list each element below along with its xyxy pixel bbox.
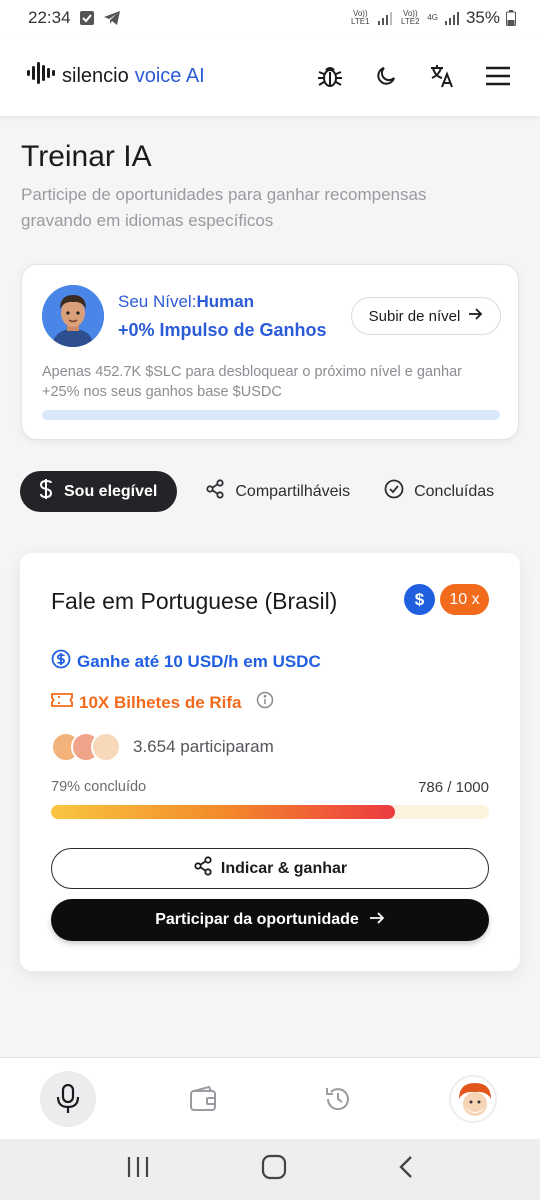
bug-icon[interactable]: [316, 62, 344, 90]
participant-avatar: [91, 732, 121, 762]
level-line: Seu Nível:Human: [118, 292, 327, 312]
opportunity-progress-bar: [51, 805, 489, 819]
soundwave-icon: [26, 61, 56, 91]
status-bar: 22:34 Vo)) LTE1 Vo)) LTE2 4G 35%: [0, 0, 540, 36]
arrow-right-icon: [369, 911, 385, 930]
earnings-info: Ganhe até 10 USD/h em USDC: [51, 649, 321, 674]
share-icon: [205, 479, 225, 504]
page-title: Treinar IA: [21, 140, 152, 173]
check-circle-icon: [384, 479, 404, 504]
tab-completed[interactable]: Concluídas: [378, 471, 500, 512]
opportunity-tabs: Sou elegível Compartilháveis Concluídas: [20, 471, 500, 512]
checkbox-notification-icon: [79, 10, 95, 26]
brand-name: silencio: [62, 64, 129, 87]
page-subtitle: Participe de oportunidades para ganhar r…: [21, 185, 427, 230]
dollar-icon: [38, 478, 54, 505]
arrow-right-icon: [468, 307, 483, 325]
avatar: [42, 285, 104, 347]
level-progress-bar: [42, 410, 500, 420]
moon-icon[interactable]: [372, 62, 400, 90]
menu-icon[interactable]: [484, 62, 512, 90]
progress-count: 786 / 1000: [418, 779, 489, 796]
earnings-text: Ganhe até 10 USD/h em USDC: [77, 651, 321, 671]
upgrade-level-label: Subir de nível: [368, 307, 461, 325]
microphone-icon[interactable]: [39, 1070, 96, 1127]
refer-button-label: Indicar & ganhar: [220, 859, 348, 877]
battery-icon: [506, 10, 516, 26]
signal-icon: [377, 11, 393, 25]
upgrade-level-button[interactable]: Subir de nível: [351, 297, 501, 335]
status-time: 22:34: [28, 8, 71, 27]
progress-label: 79% concluído: [51, 779, 147, 795]
app-header: silencio voice AI: [0, 36, 540, 116]
participants-count: 3.654 participaram: [133, 737, 274, 756]
back-icon[interactable]: [398, 1155, 414, 1184]
bottom-navigation: [0, 1057, 540, 1139]
share-icon: [193, 856, 213, 881]
level-label: Seu Nível:: [118, 292, 197, 311]
signal-icon: [444, 11, 460, 25]
join-button-label: Participar da oportunidade: [155, 911, 359, 928]
tab-completed-label: Concluídas: [414, 482, 495, 500]
logo[interactable]: silencio voice AI: [26, 61, 205, 91]
raffle-text: 10X Bilhetes de Rifa: [79, 692, 242, 712]
tab-eligible-label: Sou elegível: [64, 482, 158, 500]
sim2-label: Vo)) LTE2: [401, 9, 420, 26]
raffle-info: 10X Bilhetes de Rifa: [51, 691, 274, 714]
brand-accent: voice AI: [134, 64, 205, 87]
refer-and-earn-button[interactable]: Indicar & ganhar: [51, 848, 489, 889]
info-icon[interactable]: [256, 691, 274, 714]
tab-shareable[interactable]: Compartilháveis: [199, 471, 356, 512]
network-type: 4G: [427, 13, 438, 22]
level-value: Human: [196, 292, 255, 311]
opportunity-progress-fill: [51, 805, 396, 819]
translate-icon[interactable]: [428, 62, 456, 90]
tab-eligible[interactable]: Sou elegível: [20, 471, 178, 512]
earnings-boost: +0% Impulso de Ganhos: [118, 320, 327, 340]
participant-avatars: [51, 732, 123, 762]
level-card: Seu Nível:Human +0% Impulso de Ganhos Su…: [21, 264, 519, 440]
wallet-icon[interactable]: [175, 1071, 231, 1127]
system-navigation: [0, 1139, 540, 1200]
level-description: Apenas 452.7K $SLC para desbloquear o pr…: [42, 364, 462, 400]
join-opportunity-button[interactable]: Participar da oportunidade: [51, 899, 489, 941]
opportunity-card: Fale em Portuguese (Brasil) $ 10 x Ganhe…: [20, 553, 520, 971]
ticket-icon: [51, 692, 73, 713]
sim1-label: Vo)) LTE1: [351, 9, 370, 26]
tab-shareable-label: Compartilháveis: [235, 482, 351, 500]
telegram-icon: [103, 10, 121, 26]
home-icon[interactable]: [261, 1154, 287, 1185]
currency-badge: $: [404, 584, 435, 615]
recent-apps-icon[interactable]: [126, 1156, 150, 1183]
profile-avatar[interactable]: [445, 1071, 501, 1127]
participants-row: 3.654 participaram: [51, 732, 274, 762]
dollar-circle-icon: [51, 649, 71, 674]
opportunity-title: Fale em Portuguese (Brasil): [51, 588, 338, 614]
multiplier-badge: 10 x: [440, 584, 489, 615]
battery-percent: 35%: [465, 8, 500, 27]
history-icon[interactable]: [310, 1071, 366, 1127]
